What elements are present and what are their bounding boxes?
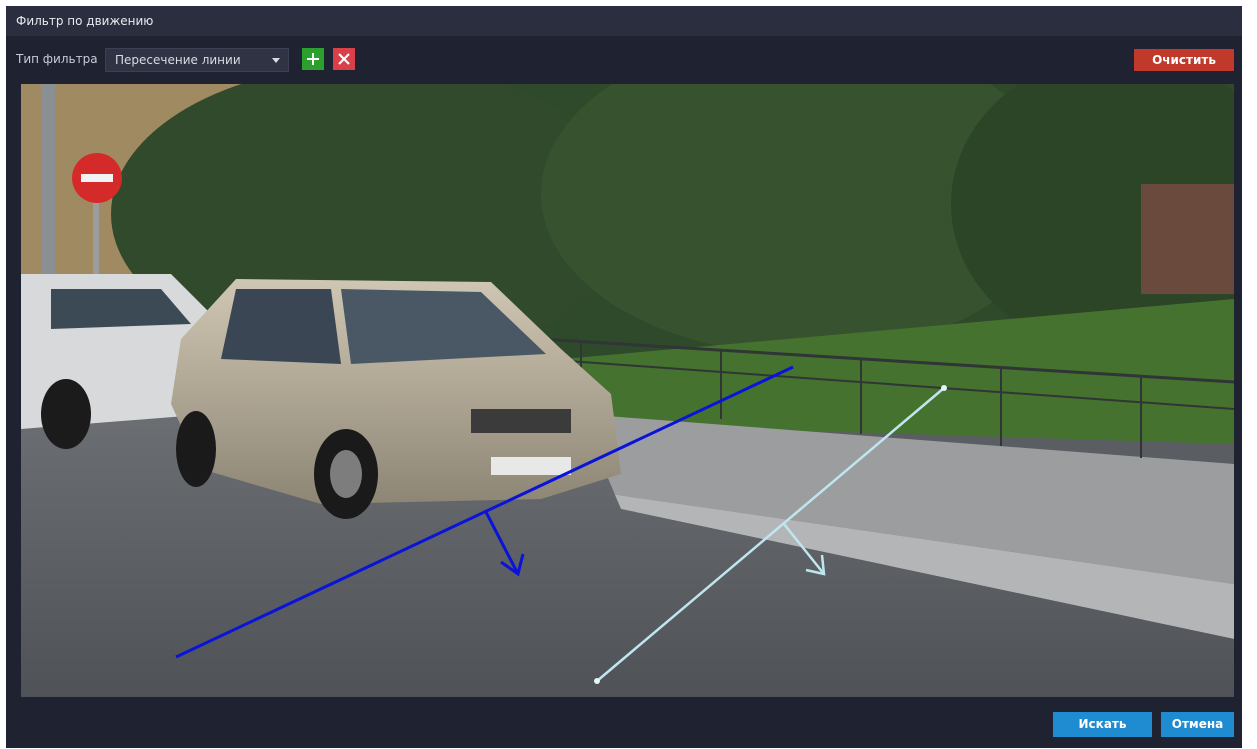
dialog-title: Фильтр по движению (6, 6, 1242, 36)
clear-button[interactable]: Очистить (1134, 49, 1234, 71)
motion-filter-dialog: Фильтр по движению Тип фильтра Пересечен… (6, 6, 1242, 748)
filter-type-label: Тип фильтра (16, 52, 98, 66)
filter-type-select[interactable]: Пересечение линии (105, 48, 289, 72)
cancel-button[interactable]: Отмена (1161, 712, 1234, 737)
close-icon (338, 53, 350, 65)
camera-frame[interactable] (21, 84, 1234, 697)
plus-icon (307, 53, 319, 65)
delete-line-button[interactable] (333, 48, 355, 70)
search-button[interactable]: Искать (1053, 712, 1152, 737)
filter-type-value: Пересечение линии (115, 53, 241, 67)
add-line-button[interactable] (302, 48, 324, 70)
camera-scene (21, 84, 1234, 697)
chevron-down-icon (272, 58, 280, 63)
